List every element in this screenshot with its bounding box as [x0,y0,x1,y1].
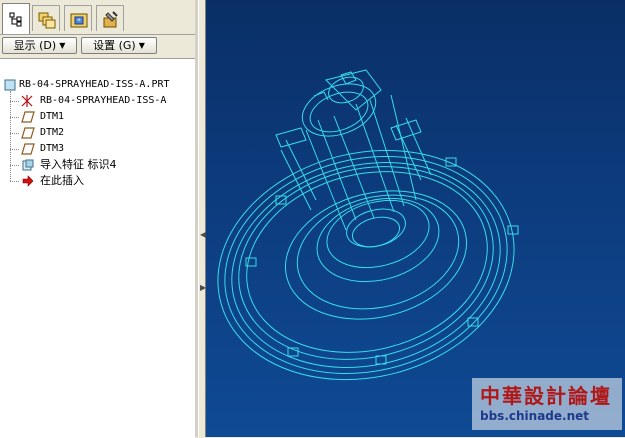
tree-item-insert-here[interactable]: 在此插入 [0,173,192,189]
tree-item-dtm2[interactable]: DTM2 [0,125,192,141]
settings-menu-label: 设置 (G) [93,39,136,52]
tools-icon [103,11,118,28]
tree-item-label: RB-04-SPRAYHEAD-ISS-A [40,95,167,106]
tree-item-dtm1[interactable]: DTM1 [0,109,192,125]
navigator-tab-strip: * [0,0,197,34]
dropdown-arrow-icon: ▼ [59,41,66,50]
tree-item-label: 在此插入 [40,174,84,187]
part-icon [4,79,16,91]
stem-wire [317,99,405,221]
watermark-url: bbs.chinade.net [480,409,589,423]
settings-menu-button[interactable]: 设置 (G) ▼ [81,37,157,54]
outer-ring-wire [246,171,488,353]
folder-browser-icon [38,12,56,29]
import-feature-icon [22,159,34,171]
coordinate-system-icon [21,95,33,107]
graphics-viewport[interactable]: 中華設計論壇 bbs.chinade.net [206,0,625,437]
strut-wire [275,119,422,148]
tab-favorites[interactable]: * [64,5,92,31]
forum-watermark: 中華設計論壇 bbs.chinade.net [472,378,622,430]
panel-splitter[interactable]: ◀ ▶ [198,0,206,437]
tab-tools[interactable] [96,5,124,31]
tree-root-part[interactable]: RB-04-SPRAYHEAD-ISS-A.PRT [2,77,192,93]
tree-item-import-feature[interactable]: 导入特征 标识4 [0,157,192,173]
navigator-panel: * 显示 (D) ▼ 设置 (G) ▼ RB-04-SPRAYHEAD-ISS-… [0,0,197,438]
wireframe-model [217,69,519,381]
svg-text:*: * [77,17,81,25]
boss-wire [507,225,519,235]
middle-disc-wire [284,190,468,320]
tab-model-tree[interactable] [2,3,30,34]
outer-ring-wire [224,155,508,375]
boss-wire [375,355,387,365]
watermark-title: 中華設計論壇 [480,384,612,408]
tree-item-label: 导入特征 标识4 [40,158,117,171]
stem-wire [305,94,417,231]
dropdown-arrow-icon: ▼ [138,41,145,50]
head-wire [328,76,364,104]
display-menu-label: 显示 (D) [13,39,57,52]
datum-plane-icon [21,127,35,139]
insert-here-arrow-icon [22,175,34,187]
display-menu-button[interactable]: 显示 (D) ▼ [2,37,77,54]
datum-plane-icon [21,143,35,155]
middle-disc-wire [316,197,440,283]
tree-item-coordinate-system[interactable]: RB-04-SPRAYHEAD-ISS-A [0,93,192,109]
middle-disc-wire [296,194,460,310]
tree-root-label: RB-04-SPRAYHEAD-ISS-A.PRT [19,79,170,90]
tree-item-label: DTM2 [40,127,65,138]
navigator-toolbar: 显示 (D) ▼ 设置 (G) ▼ [0,34,197,57]
tree-item-label: DTM3 [40,143,65,154]
datum-plane-icon [21,111,35,123]
boss-wire [275,195,287,205]
favorites-icon: * [70,13,88,28]
tree-item-dtm3[interactable]: DTM3 [0,141,192,157]
outer-ring-wire [231,162,501,368]
model-tree-icon [9,12,22,27]
model-tree: RB-04-SPRAYHEAD-ISS-A.PRT RB-04-SPRAYHEA… [0,58,195,438]
tree-item-label: DTM1 [40,111,65,122]
tab-folder-browser[interactable] [32,5,60,31]
